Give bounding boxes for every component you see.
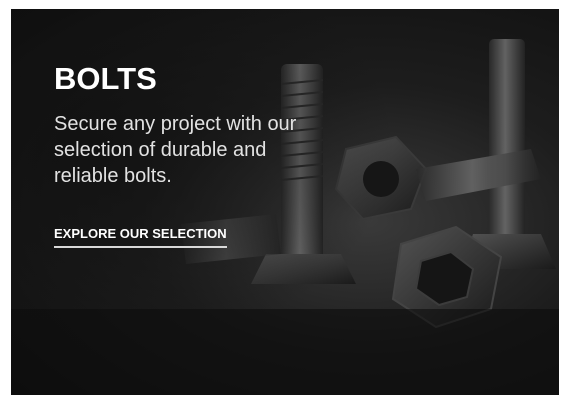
explore-selection-link[interactable]: EXPLORE OUR SELECTION xyxy=(54,226,227,248)
card-content: BOLTS Secure any project with our select… xyxy=(54,61,354,248)
bolts-category-card[interactable]: BOLTS Secure any project with our select… xyxy=(11,9,559,395)
card-description: Secure any project with our selection of… xyxy=(54,113,297,187)
card-title: BOLTS xyxy=(54,61,157,96)
